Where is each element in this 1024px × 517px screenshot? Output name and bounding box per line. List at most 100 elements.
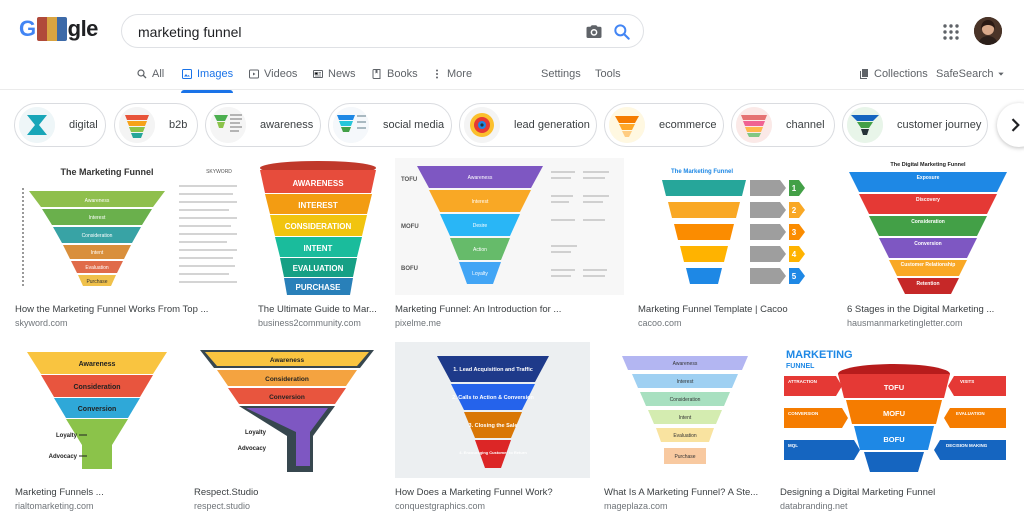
stage-number: 4 — [792, 250, 797, 259]
stage-label: Interest — [89, 215, 106, 221]
result-thumbnail[interactable]: The Digital Marketing Funnel Exposure Di… — [847, 158, 1009, 295]
result-source[interactable]: business2community.com — [258, 318, 379, 328]
image-result[interactable]: The Marketing Funnel SKYWORD Awareness I… — [15, 158, 244, 328]
result-title[interactable]: Marketing Funnel Template | Cacoo — [638, 304, 832, 315]
chip-channel[interactable]: channel — [731, 103, 835, 147]
tab-more[interactable]: More — [431, 66, 472, 82]
stage-label: Evaluation — [673, 433, 697, 439]
safesearch-label: SafeSearch — [936, 68, 994, 80]
tab-label: News — [328, 68, 356, 80]
chip-social-media[interactable]: social media — [328, 103, 452, 147]
tab-videos[interactable]: Videos — [248, 66, 297, 82]
chip-label: ecommerce — [659, 119, 717, 131]
safesearch-button[interactable]: SafeSearch — [936, 66, 1005, 82]
collections-icon — [860, 69, 868, 79]
search-bar[interactable]: marketing funnel — [121, 14, 644, 48]
google-logo[interactable]: G gle — [19, 16, 98, 42]
result-title[interactable]: Designing a Digital Marketing Funnel — [780, 487, 1009, 498]
right-label: DECISION MAKING — [946, 443, 988, 448]
side-label: Loyalty — [245, 430, 267, 436]
result-title[interactable]: Respect.Studio — [194, 487, 380, 498]
result-title[interactable]: 6 Stages in the Digital Marketing ... — [847, 304, 1009, 315]
news-icon — [313, 70, 323, 78]
stage-label: Evaluation — [85, 265, 109, 271]
tab-images[interactable]: Images — [181, 66, 234, 93]
side-label: Advocacy — [49, 454, 78, 460]
chip-lead-generation[interactable]: lead generation — [459, 103, 597, 147]
collections-button[interactable]: Collections — [858, 66, 928, 82]
tab-books[interactable]: Books — [371, 66, 418, 82]
result-thumbnail[interactable]: 1. Lead Acquisition and Traffic 2. Calls… — [395, 342, 590, 478]
result-title[interactable]: The Ultimate Guide to Mar... — [258, 304, 379, 315]
tab-label: Settings — [541, 68, 581, 80]
chip-label: customer journey — [897, 119, 982, 131]
result-source[interactable]: hausmanmarketingletter.com — [847, 318, 1009, 328]
image-result[interactable]: The Digital Marketing Funnel Exposure Di… — [847, 158, 1009, 328]
result-thumbnail[interactable]: Awareness Interest Consideration Intent … — [604, 342, 765, 478]
result-thumbnail[interactable]: AWARENESS INTEREST CONSIDERATION INTENT … — [258, 158, 379, 295]
collections-label: Collections — [874, 68, 928, 80]
stage-label: Purchase — [86, 279, 107, 285]
stage-label: Desire — [473, 223, 488, 229]
chip-ecommerce[interactable]: ecommerce — [604, 103, 724, 147]
image-result[interactable]: Awareness Consideration Conversion Loyal… — [15, 342, 179, 511]
stage-label: Awareness — [79, 361, 116, 368]
result-title[interactable]: Marketing Funnel: An Introduction for ..… — [395, 304, 624, 315]
chip-digital[interactable]: digital — [14, 103, 106, 147]
image-result[interactable]: TOFU MOFU BOFU Awareness Interest Desire… — [395, 158, 624, 328]
stage-label: Discovery — [916, 197, 940, 203]
result-title[interactable]: What Is A Marketing Funnel? A Ste... — [604, 487, 765, 498]
chip-thumbnail — [847, 107, 883, 143]
tab-news[interactable]: News — [312, 66, 356, 82]
result-source[interactable]: rialtomarketing.com — [15, 501, 179, 511]
result-source[interactable]: respect.studio — [194, 501, 380, 511]
stage-label: Conversion — [78, 406, 117, 413]
image-result[interactable]: MARKETING FUNNEL TOFU MOFU BOFU ATTRACTI… — [780, 342, 1009, 511]
level-label: TOFU — [884, 383, 904, 392]
thumb-title: MARKETING — [786, 349, 853, 361]
result-source[interactable]: databranding.net — [780, 501, 1009, 511]
result-title[interactable]: How the Marketing Funnel Works From Top … — [15, 304, 244, 315]
chips-next-button[interactable] — [997, 103, 1024, 147]
stage-label: 3. Closing the Sale — [469, 423, 518, 429]
right-label: VISITS — [960, 379, 974, 384]
account-avatar[interactable] — [974, 17, 1002, 45]
image-result[interactable]: Awareness Consideration Conversion Loyal… — [194, 342, 380, 511]
tab-all[interactable]: All — [136, 66, 164, 82]
search-input[interactable]: marketing funnel — [138, 24, 242, 40]
chip-b2b[interactable]: b2b — [114, 103, 198, 147]
tab-tools[interactable]: Tools — [595, 66, 621, 82]
stage-label: Awareness — [85, 198, 110, 204]
result-thumbnail[interactable]: MARKETING FUNNEL TOFU MOFU BOFU ATTRACTI… — [780, 342, 1009, 478]
chip-thumbnail — [19, 107, 55, 143]
result-title[interactable]: How Does a Marketing Funnel Work? — [395, 487, 590, 498]
result-thumbnail[interactable]: The Marketing Funnel 1 2 3 4 5 — [638, 158, 832, 295]
stage-label: AWARENESS — [292, 179, 344, 188]
chip-awareness[interactable]: awareness — [205, 103, 321, 147]
stage-label: Customer Relationship — [901, 262, 956, 268]
chip-customer-journey[interactable]: customer journey — [842, 103, 988, 147]
apps-grid-icon[interactable] — [942, 23, 960, 41]
camera-icon[interactable] — [585, 23, 603, 41]
result-thumbnail[interactable]: TOFU MOFU BOFU Awareness Interest Desire… — [395, 158, 624, 295]
result-title[interactable]: Marketing Funnels ... — [15, 487, 179, 498]
result-thumbnail[interactable]: The Marketing Funnel SKYWORD Awareness I… — [15, 158, 244, 295]
image-result[interactable]: 1. Lead Acquisition and Traffic 2. Calls… — [395, 342, 590, 511]
result-source[interactable]: conquestgraphics.com — [395, 501, 590, 511]
image-result[interactable]: Awareness Interest Consideration Intent … — [604, 342, 765, 511]
chip-label: b2b — [169, 119, 188, 131]
chip-label: digital — [69, 119, 98, 131]
result-source[interactable]: pixelme.me — [395, 318, 624, 328]
result-source[interactable]: mageplaza.com — [604, 501, 765, 511]
result-source[interactable]: skyword.com — [15, 318, 244, 328]
side-label: MOFU — [401, 224, 419, 230]
result-thumbnail[interactable]: Awareness Consideration Conversion Loyal… — [15, 342, 179, 478]
search-icon[interactable] — [612, 22, 632, 42]
tab-settings[interactable]: Settings — [541, 66, 581, 82]
result-source[interactable]: cacoo.com — [638, 318, 832, 328]
chip-label: channel — [786, 119, 825, 131]
search-tabs: All Images Videos News Books More Settin… — [0, 62, 1024, 93]
image-result[interactable]: The Marketing Funnel 1 2 3 4 5 Marketing… — [638, 158, 832, 328]
result-thumbnail[interactable]: Awareness Consideration Conversion Loyal… — [194, 342, 380, 478]
image-result[interactable]: AWARENESS INTEREST CONSIDERATION INTENT … — [258, 158, 379, 328]
